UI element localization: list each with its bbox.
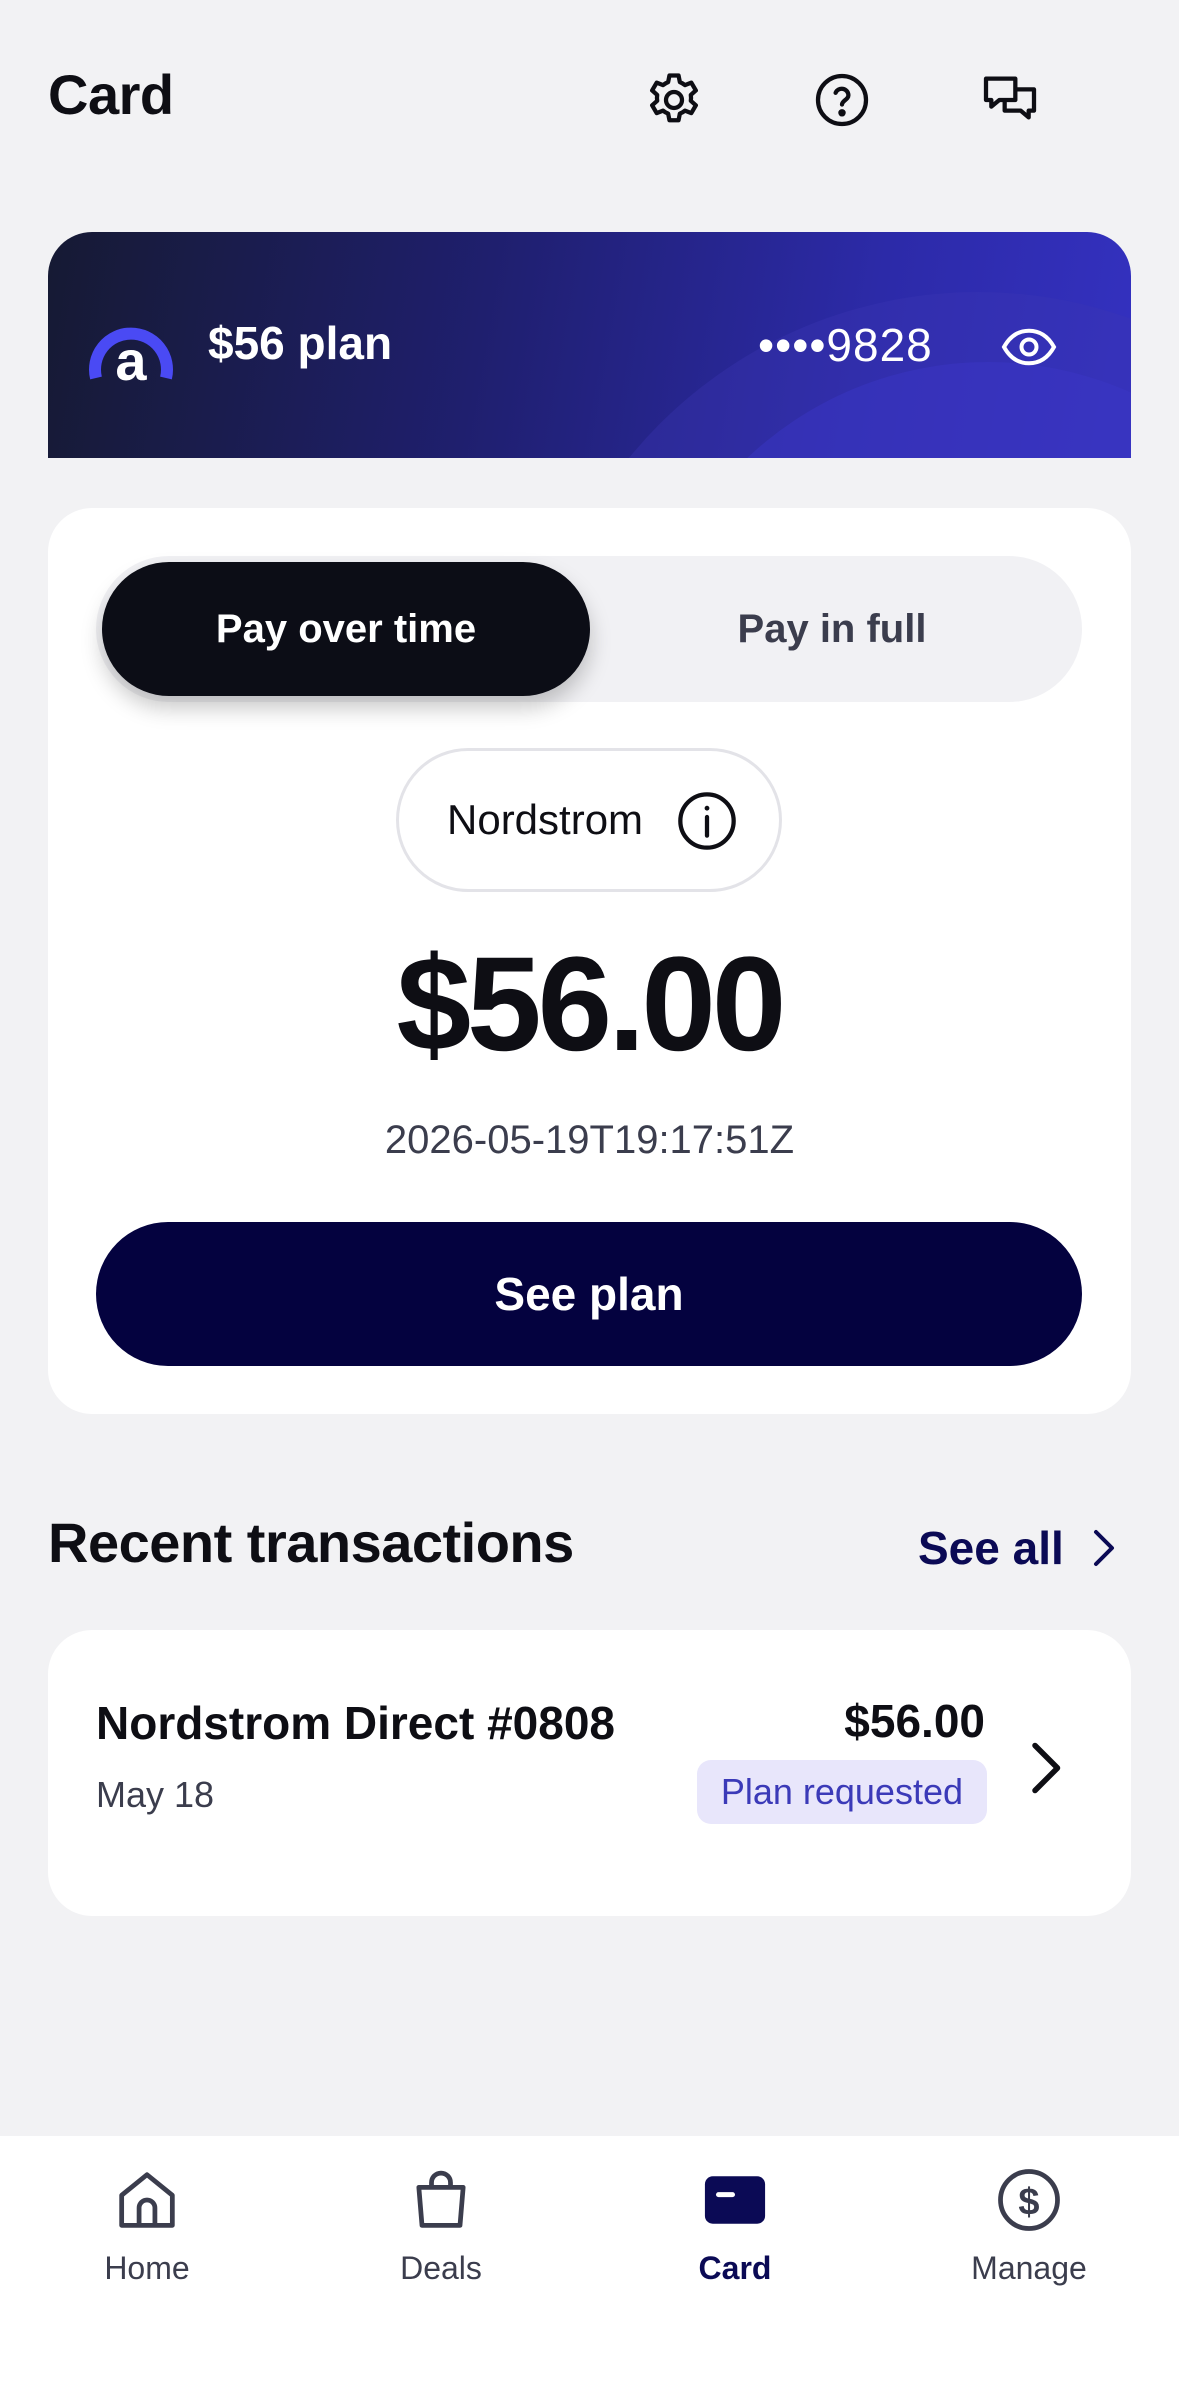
svg-text:$: $ — [1018, 2181, 1039, 2223]
nav-item-card[interactable]: Card — [588, 2162, 882, 2312]
see-all-link[interactable]: See all — [918, 1518, 1116, 1578]
svg-text:a: a — [115, 329, 147, 390]
eye-icon — [1001, 328, 1057, 366]
transaction-date: May 18 — [96, 1774, 215, 1815]
plan-label: $56 plan — [208, 317, 393, 369]
transaction-merchant: Nordstrom Direct #0808 — [96, 1697, 615, 1749]
transaction-amount: $56.00 — [844, 1695, 985, 1747]
affirm-logo: a — [89, 327, 173, 390]
transaction-row[interactable]: Nordstrom Direct #0808 May 18 $56.00 Pla… — [48, 1630, 1131, 1916]
bottom-nav: Home Deals Card $ Manage — [0, 2136, 1179, 2396]
bag-icon — [416, 2170, 466, 2228]
chat-icon — [983, 76, 1037, 120]
nav-label: Manage — [971, 2250, 1087, 2286]
header: Card — [0, 0, 1179, 200]
home-icon — [119, 2172, 175, 2228]
nav-label: Deals — [400, 2250, 482, 2286]
toggle-pay-over-time[interactable]: Pay over time — [102, 562, 590, 696]
dollar-icon: $ — [998, 2169, 1060, 2231]
help-button[interactable] — [806, 64, 878, 136]
status-badge: Plan requested — [696, 1760, 987, 1824]
nav-item-manage[interactable]: $ Manage — [882, 2162, 1176, 2312]
see-plan-button[interactable]: See plan — [96, 1222, 1082, 1366]
card-screen: Card a $56 plan ••••9828 Pay over time P… — [0, 0, 1179, 2396]
merchant-pill[interactable]: Nordstrom — [396, 748, 782, 892]
gear-icon — [650, 73, 698, 123]
plan-timestamp: 2026-05-19T19:17:51Z — [384, 1118, 795, 1162]
settings-button[interactable] — [638, 64, 710, 136]
merchant-name: Nordstrom — [447, 796, 644, 843]
virtual-card-banner[interactable]: a $56 plan ••••9828 — [48, 232, 1131, 458]
payment-mode-toggle: Pay over time Pay in full — [96, 556, 1082, 702]
chevron-right-icon — [1032, 1742, 1061, 1794]
reveal-card-button[interactable] — [990, 308, 1068, 386]
info-icon — [678, 792, 736, 850]
chevron-right-icon — [1093, 1530, 1114, 1566]
page-title: Card — [48, 63, 174, 126]
see-all-label: See all — [918, 1522, 1064, 1574]
nav-label: Card — [698, 2250, 772, 2286]
payment-panel: Pay over time Pay in full Nordstrom $56.… — [48, 508, 1131, 1414]
help-icon — [815, 73, 869, 127]
toggle-pay-in-full[interactable]: Pay in full — [588, 562, 1076, 696]
chat-button[interactable] — [974, 64, 1046, 136]
nav-item-deals[interactable]: Deals — [294, 2162, 588, 2312]
nav-label: Home — [104, 2250, 190, 2286]
card-icon — [704, 2176, 766, 2224]
nav-item-home[interactable]: Home — [0, 2162, 294, 2312]
masked-card-number: ••••9828 — [758, 319, 933, 371]
plan-amount: $56.00 — [396, 930, 787, 1079]
recent-transactions-title: Recent transactions — [48, 1511, 574, 1574]
